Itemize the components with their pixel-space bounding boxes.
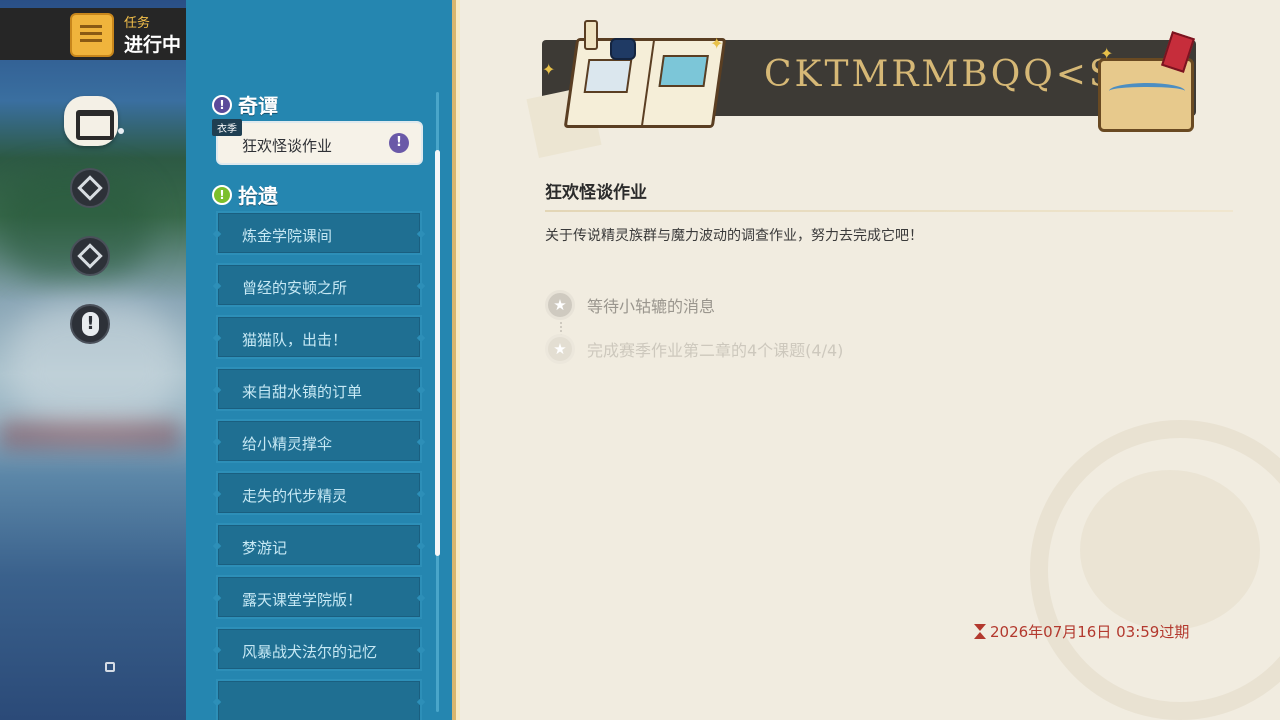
quest-list-panel: ! 奇谭 衣季 狂欢怪谈作业 ! ! 拾遗 炼金学院课间 曾经的安顿之所 猫猫队… <box>186 0 460 720</box>
sparkle-icon: ✦ <box>710 34 724 53</box>
exclamation-icon: ! <box>212 94 232 115</box>
quest-item-label: 猫猫队，出击！ <box>242 331 348 349</box>
step-text: 完成赛季作业第二章的4个课题(4/4) <box>587 341 844 360</box>
sparkle-icon: ✦ <box>542 60 556 79</box>
quest-item-label: 露天课堂学院版！ <box>242 591 363 609</box>
quest-item-label: 曾经的安顿之所 <box>242 279 348 297</box>
quest-step-current: ★ 等待小轱辘的消息 <box>545 290 715 320</box>
quest-title: 狂欢怪谈作业 <box>545 183 647 203</box>
star-icon: ★ <box>545 290 575 320</box>
hourglass-icon <box>974 624 986 639</box>
quest-item-label: 炼金学院课间 <box>242 227 333 245</box>
quest-item-label: 给小精灵撑伞 <box>242 435 333 453</box>
compass-quest-icon[interactable] <box>70 168 110 208</box>
section-title: 奇谭 <box>238 94 278 118</box>
scrollbar-thumb[interactable] <box>435 150 440 556</box>
section-header-qitan: ! 奇谭 <box>212 90 278 119</box>
compass-quest-icon-alt[interactable] <box>70 236 110 276</box>
list-item[interactable]: 猫猫队，出击！ <box>216 315 422 359</box>
quest-description: 关于传说精灵族群与魔力波动的调查作业，努力去完成它吧！ <box>545 228 923 244</box>
exclamation-icon: ! <box>389 133 409 153</box>
divider <box>545 210 1233 212</box>
expiry-timer: 2026年07月16日 03:59过期 <box>974 621 1189 642</box>
quest-scroll-icon <box>70 13 114 57</box>
list-item[interactable]: 炼金学院课间 <box>216 211 422 255</box>
list-item[interactable]: 风暴战犬法尔的记忆 <box>216 627 422 671</box>
quest-item-label: 狂欢怪谈作业 <box>242 137 333 155</box>
header-title: 进行中 <box>124 34 182 56</box>
list-item[interactable]: 给小精灵撑伞 <box>216 419 422 463</box>
alert-quest-icon[interactable] <box>70 304 110 344</box>
quest-item-label: 风暴战犬法尔的记忆 <box>242 643 378 661</box>
quest-item-label: 梦游记 <box>242 539 288 557</box>
list-item[interactable] <box>216 679 422 720</box>
open-book-illustration <box>563 38 727 128</box>
header-subtitle: 任务 <box>124 16 151 31</box>
list-item[interactable]: 梦游记 <box>216 523 422 567</box>
quest-item-label: 走失的代步精灵 <box>242 487 348 505</box>
candle-illustration <box>584 20 598 50</box>
watermark-emblem-center <box>1080 470 1260 630</box>
quest-book-icon[interactable] <box>64 96 118 146</box>
quest-detail: CKTMRMBQQ<S ✦ ✦ ✦ 狂欢怪谈作业 关于传说精灵族群与魔力波动的调… <box>460 0 1280 720</box>
list-item[interactable]: 露天课堂学院版！ <box>216 575 422 619</box>
star-icon: ★ <box>545 334 575 364</box>
sparkle-icon: ✦ <box>1100 44 1114 63</box>
quest-step-completed: ★ 完成赛季作业第二章的4个课题(4/4) <box>545 334 843 364</box>
expiry-text: 2026年07月16日 03:59过期 <box>990 623 1190 641</box>
quest-item-active[interactable]: 衣季 狂欢怪谈作业 ! <box>212 119 423 165</box>
list-item[interactable]: 走失的代步精灵 <box>216 471 422 515</box>
list-item[interactable]: 曾经的安顿之所 <box>216 263 422 307</box>
section-title: 拾遗 <box>238 184 278 208</box>
banner-runes: CKTMRMBQQ<S <box>764 54 1117 95</box>
quest-item-label: 来自甜水镇的订单 <box>242 383 363 401</box>
section-header-shiyi: ! 拾遗 <box>212 180 278 209</box>
notification-dot <box>118 128 124 134</box>
exclamation-icon: ! <box>212 184 232 205</box>
player-marker-icon <box>105 662 115 672</box>
inkpot-illustration <box>610 38 636 60</box>
list-item[interactable]: 来自甜水镇的订单 <box>216 367 422 411</box>
step-text: 等待小轱辘的消息 <box>587 297 716 316</box>
season-tag: 衣季 <box>212 119 242 136</box>
